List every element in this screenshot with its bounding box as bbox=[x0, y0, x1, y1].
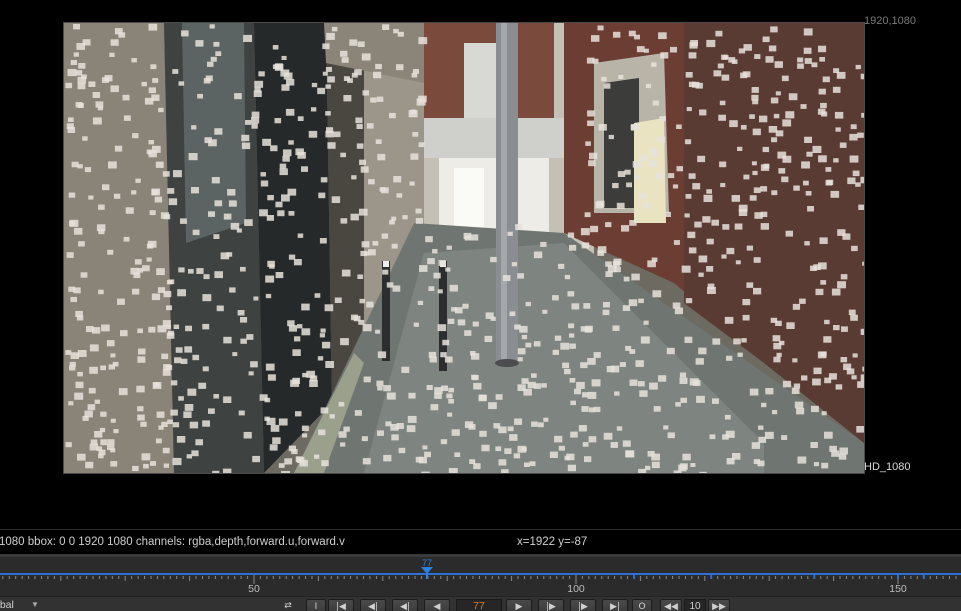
first-frame-button[interactable]: |◀ bbox=[328, 599, 354, 611]
playhead-frame-label: 77 bbox=[422, 558, 432, 568]
resolution-label: 1920,1080 bbox=[864, 15, 916, 27]
viewer-panel[interactable]: 1920,1080 HD_1080 bbox=[0, 0, 961, 527]
play-backward-button[interactable]: ◀ bbox=[424, 599, 450, 611]
next-keyframe-button[interactable]: |▶ bbox=[570, 599, 596, 611]
format-label: HD_1080 bbox=[864, 461, 911, 473]
tick-label-50: 50 bbox=[248, 583, 260, 595]
range-mode-label: obal bbox=[0, 599, 14, 611]
image-info-text: 1080 bbox: 0 0 1920 1080 channels: rgba,… bbox=[0, 536, 345, 548]
playhead-line bbox=[426, 574, 428, 579]
cursor-coordinates: x=1922 y=-87 bbox=[517, 536, 588, 548]
in-point-button[interactable]: I bbox=[306, 599, 326, 611]
out-point-button[interactable]: O bbox=[632, 599, 652, 611]
frame-increment-field[interactable]: 10 bbox=[684, 599, 706, 611]
sync-icon[interactable]: ⇄ bbox=[276, 599, 300, 611]
tick-label-150: 150 bbox=[889, 583, 907, 595]
nuke-viewer-app: 1920,1080 HD_1080 1080 bbox: 0 0 1920 10… bbox=[0, 0, 961, 611]
play-forward-button[interactable]: ▶ bbox=[506, 599, 532, 611]
tick-label-100: 100 bbox=[567, 583, 585, 595]
current-frame-field[interactable]: 77 bbox=[456, 599, 502, 611]
playhead-marker[interactable] bbox=[421, 567, 433, 574]
info-bar: 1080 bbox: 0 0 1920 1080 channels: rgba,… bbox=[0, 529, 961, 555]
prev-keyframe-button[interactable]: ◀| bbox=[360, 599, 386, 611]
range-mode-dropdown[interactable]: obal ▼ bbox=[0, 599, 46, 611]
last-frame-button[interactable]: ▶| bbox=[602, 599, 628, 611]
timeline-ruler[interactable]: 77 50 100 150 bbox=[0, 557, 961, 599]
chevron-down-icon: ▼ bbox=[31, 600, 39, 609]
transport-bar: obal ▼ ⇄ I |◀ ◀| ◀| ◀ 77 ▶ |▶ |▶ ▶| O ◀◀… bbox=[0, 596, 961, 611]
alley-scene bbox=[64, 23, 864, 473]
skip-back-button[interactable]: ◀◀ bbox=[660, 599, 682, 611]
viewer-image[interactable] bbox=[63, 22, 865, 474]
timeline-ticks bbox=[2, 575, 957, 584]
skip-forward-button[interactable]: ▶▶ bbox=[708, 599, 730, 611]
next-frame-button[interactable]: |▶ bbox=[538, 599, 564, 611]
keyframe-marks bbox=[633, 575, 925, 579]
prev-frame-button[interactable]: ◀| bbox=[392, 599, 418, 611]
timeline[interactable]: 77 50 100 150 bbox=[0, 554, 961, 599]
timeline-range-bar bbox=[0, 573, 961, 575]
